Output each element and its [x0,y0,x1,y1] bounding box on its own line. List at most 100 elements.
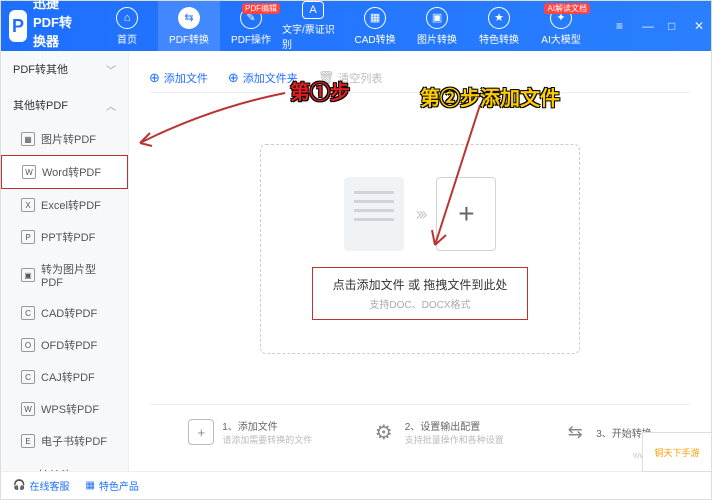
chevron-down-icon: ﹀ [106,62,116,77]
item-label: CAD转PDF [41,305,97,321]
file-icon [344,177,404,251]
add-folder-button[interactable]: ⊕添加文件夹 [228,70,298,86]
tab-label: PDF转换 [169,31,209,46]
corner-logo: 铜天下手游 [642,432,712,472]
file-icon: O [21,338,35,352]
dropzone-illustration: ››› + [344,177,497,251]
sidebar-item-cad-to-pdf[interactable]: C CAD转PDF [1,297,128,329]
sidebar: PDF转其他 ﹀ 其他转PDF ︿ ▦ 图片转PDF W Word转PDF X Excel… [1,51,129,471]
group-label: 其他转PDF [13,97,68,113]
star-icon: ★ [488,7,510,29]
convert-icon: ⇆ [178,7,200,29]
dropzone-title: 点击添加文件 或 拖拽文件到此处 [333,276,508,293]
plus-icon: + [436,177,496,251]
dropzone-subtitle: 支持DOC、DOCX格式 [333,296,508,311]
file-icon: E [21,434,35,448]
tab-image[interactable]: ▣ 图片转换 [406,1,468,51]
sidebar-item-ofd-to-pdf[interactable]: O OFD转PDF [1,329,128,361]
sidebar-item-caj-to-pdf[interactable]: C CAJ转PDF [1,361,128,393]
add-file-icon: + [188,419,214,445]
dropzone-text: 点击添加文件 或 拖拽文件到此处 支持DOC、DOCX格式 [312,267,529,320]
file-icon: C [21,370,35,384]
tab-ai[interactable]: AI解读文档✦AI大模型 [530,1,592,51]
step-3: ⇆ 3、开始转换 [562,419,652,445]
main-panel: ⊕添加文件 ⊕添加文件夹 🗑清空列表 ››› + 点击添加文件 或 拖拽文件到此… [129,51,711,471]
file-icon: X [21,198,35,212]
item-label: OFD转PDF [41,337,97,353]
item-label: 图片转PDF [41,131,96,147]
sidebar-item-imgpdf[interactable]: ▣ 转为图片型PDF [1,253,128,297]
nav-tabs: ⌂首页 ⇆ PDF转换 PDF编辑✎PDF操作 A 文字/票证识别 ▦ CAD转换 ▣… [96,1,592,51]
steps-bar: + 1、添加文件请添加需要转换的文件 ⚙ 2、设置输出配置支持批量操作和各种设置… [149,404,691,459]
label: 特色产品 [99,478,139,493]
item-label: Word转PDF [42,164,101,180]
close-button[interactable]: ✕ [694,19,708,33]
tab-special[interactable]: ★特色转换 [468,1,530,51]
chevron-up-icon: ︿ [106,98,116,113]
item-label: PPT转PDF [41,229,95,245]
cad-icon: ▦ [364,7,386,29]
arrow-icon: ››› [416,204,425,225]
item-label: CAJ转PDF [41,369,95,385]
headset-icon: 🎧 [13,480,25,491]
file-icon: P [21,230,35,244]
featured-products[interactable]: ▦ 特色产品 [85,478,138,493]
grid-icon: ▦ [85,480,94,491]
bottom-bar: 🎧 在线客服 ▦ 特色产品 [1,471,711,499]
sidebar-item-ebook-to-pdf[interactable]: E 电子书转PDF [1,425,128,457]
sidebar-item-ppt-to-pdf[interactable]: P PPT转PDF [1,221,128,253]
tab-label: 图片转换 [417,31,457,46]
toolbar: ⊕添加文件 ⊕添加文件夹 🗑清空列表 [149,63,691,93]
plus-file-icon: ⊕ [149,70,160,86]
dropzone[interactable]: ››› + 点击添加文件 或 拖拽文件到此处 支持DOC、DOCX格式 [260,144,580,354]
window-controls: ≡ — □ ✕ [616,19,712,33]
btn-label: 添加文件 [164,70,208,86]
online-support[interactable]: 🎧 在线客服 [13,478,69,493]
app-name: 迅捷PDF转换器 [33,0,84,50]
item-label: 转为图片型PDF [41,261,116,289]
tab-home[interactable]: ⌂首页 [96,1,158,51]
tab-cad[interactable]: ▦ CAD转换 [344,1,406,51]
step-1: + 1、添加文件请添加需要转换的文件 [188,418,312,446]
sidebar-item-word-to-pdf[interactable]: W Word转PDF [1,155,128,189]
item-label: Excel转PDF [41,197,101,213]
tab-label: CAD转换 [354,31,395,46]
label: 在线客服 [29,478,69,493]
minimize-button[interactable]: — [642,19,656,33]
step-title: 1、添加文件 [222,418,312,433]
tab-label: AI大模型 [541,31,580,46]
tab-pdf-convert[interactable]: ⇆ PDF转换 [158,1,220,51]
tab-ocr[interactable]: A 文字/票证识别 [282,1,344,51]
tab-label: 文字/票证识别 [282,21,344,51]
trash-icon: 🗑 [318,70,335,86]
btn-label: 添加文件夹 [243,70,298,86]
home-icon: ⌂ [116,7,138,29]
menu-icon[interactable]: ≡ [616,19,630,33]
tab-pdf-op[interactable]: PDF编辑✎PDF操作 [220,1,282,51]
sidebar-item-image-to-pdf[interactable]: ▦ 图片转PDF [1,123,128,155]
image-icon: ▣ [426,7,448,29]
plus-folder-icon: ⊕ [228,70,239,86]
sidebar-group-other-to-pdf[interactable]: 其他转PDF ︿ [1,87,128,123]
group-label: PDF转其他 [13,61,68,77]
btn-label: 清空列表 [338,70,382,86]
step-title: 2、设置输出配置 [405,418,504,433]
clear-button[interactable]: 🗑清空列表 [318,70,383,86]
file-icon: W [22,165,36,179]
tab-label: PDF操作 [231,31,271,46]
file-icon: C [21,306,35,320]
maximize-button[interactable]: □ [668,19,682,33]
gear-icon: ⚙ [371,419,397,445]
item-label: 电子书转PDF [41,433,107,449]
badge: AI解读文档 [544,3,590,14]
step-2: ⚙ 2、设置输出配置支持批量操作和各种设置 [371,418,504,446]
add-file-button[interactable]: ⊕添加文件 [149,70,208,86]
ocr-icon: A [302,1,324,19]
swap-icon: ⇆ [562,419,588,445]
sidebar-item-excel-to-pdf[interactable]: X Excel转PDF [1,189,128,221]
file-icon: ▦ [21,132,35,146]
item-label: WPS转PDF [41,401,99,417]
sidebar-item-wps-to-pdf[interactable]: WWPS转PDF [1,393,128,425]
file-icon: ▣ [21,268,35,282]
sidebar-group-wps-to-other[interactable]: WPS转其他﹀ [1,457,128,471]
